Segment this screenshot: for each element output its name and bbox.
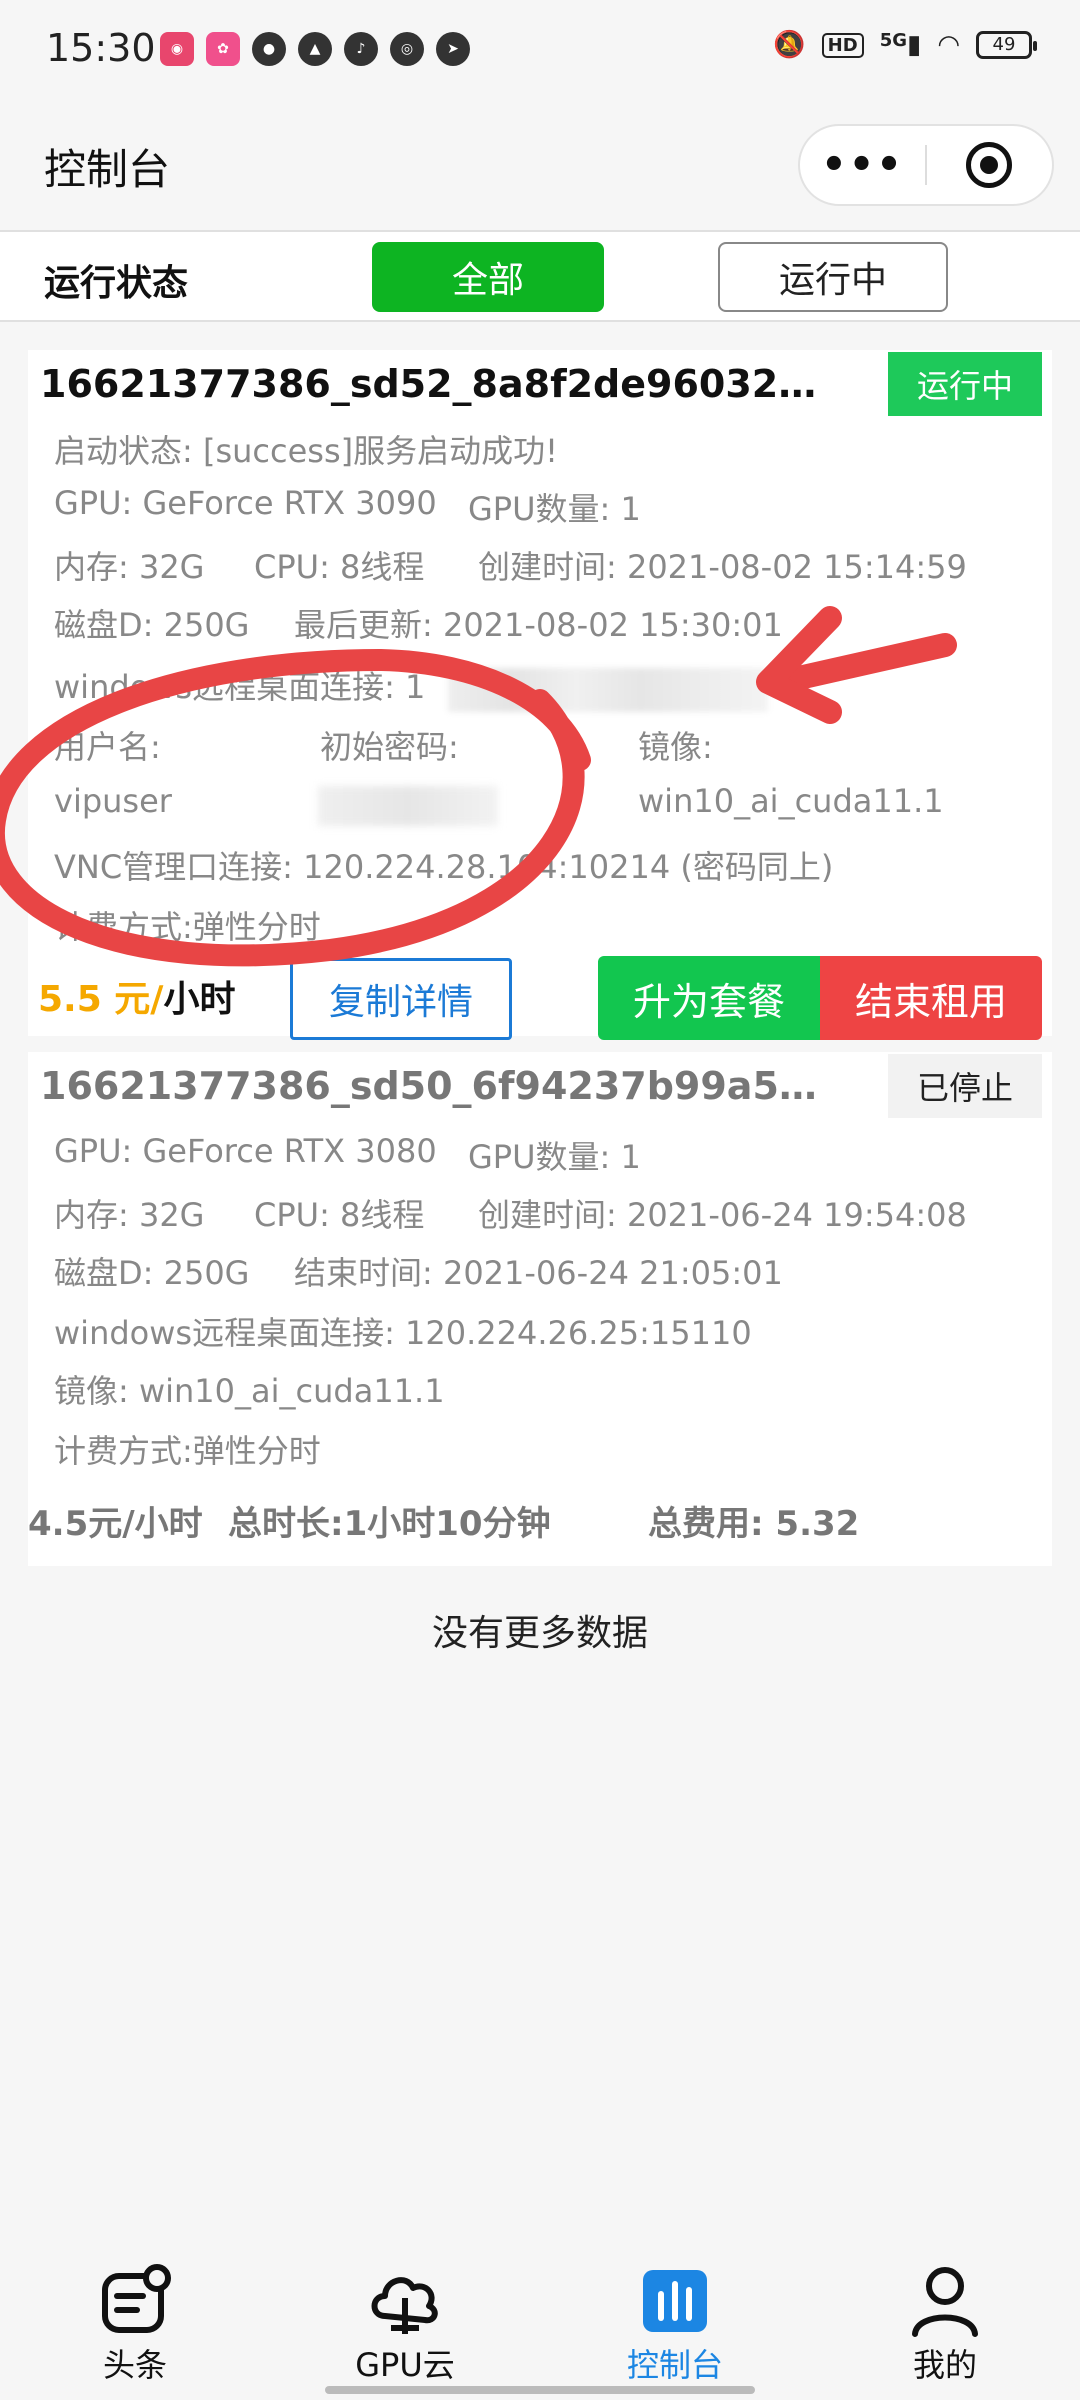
image-label: 镜像: bbox=[638, 728, 713, 766]
redacted-address bbox=[448, 668, 768, 712]
status-badge: 已停止 bbox=[888, 1054, 1042, 1118]
tiktok-icon: ♪ bbox=[344, 32, 378, 66]
created-time: 创建时间: 2021-06-24 19:54:08 bbox=[478, 1196, 967, 1234]
hourly-price: 5.5 元/小时 bbox=[38, 979, 236, 1020]
username-value: vipuser bbox=[54, 782, 172, 820]
image-value: win10_ai_cuda11.1 bbox=[638, 782, 944, 820]
password-label: 初始密码: bbox=[320, 728, 459, 766]
hourly-price: 4.5元/小时 bbox=[28, 1504, 203, 1544]
instance-id: 16621377386_sd50_6f94237b99a54b389... bbox=[40, 1064, 830, 1108]
instance-card-stopped: 16621377386_sd50_6f94237b99a54b389... 已停… bbox=[28, 1052, 1052, 1566]
home-indicator[interactable] bbox=[325, 2386, 755, 2394]
title-bar: 控制台 ••• bbox=[0, 100, 1080, 230]
news-icon bbox=[102, 2264, 171, 2333]
gpu-model: GPU: GeForce RTX 3090 bbox=[54, 484, 437, 522]
tab-label: 我的 bbox=[912, 2346, 977, 2384]
total-cost: 总费用: 5.32 bbox=[648, 1504, 860, 1544]
gpu-model: GPU: GeForce RTX 3080 bbox=[54, 1132, 437, 1170]
tab-label: GPU云 bbox=[355, 2346, 455, 2384]
tab-dashboard[interactable]: 控制台 bbox=[575, 2240, 775, 2390]
username-label: 用户名: bbox=[54, 728, 161, 766]
close-miniprogram-button[interactable] bbox=[927, 142, 1052, 188]
updated-time: 最后更新: 2021-08-02 15:30:01 bbox=[294, 606, 783, 644]
tab-label: 控制台 bbox=[626, 2346, 723, 2384]
tab-gpu-cloud[interactable]: GPU云 bbox=[305, 2240, 505, 2390]
billing-mode: 计费方式:弹性分时 bbox=[54, 1432, 321, 1470]
tab-label: 头条 bbox=[102, 2346, 167, 2384]
instance-id: 16621377386_sd52_8a8f2de960324713a... bbox=[40, 362, 830, 406]
copy-details-button[interactable]: 复制详情 bbox=[290, 958, 512, 1040]
page-title: 控制台 bbox=[44, 145, 171, 194]
ended-time: 结束时间: 2021-06-24 21:05:01 bbox=[294, 1254, 783, 1292]
end-rental-button[interactable]: 结束租用 bbox=[820, 956, 1042, 1040]
status-app-icons: ◉ ✿ ● ▲ ♪ ◎ ➤ bbox=[160, 32, 470, 66]
bottom-tab-bar: 头条 GPU云 控制台 我的 bbox=[0, 2240, 1080, 2400]
tab-news[interactable]: 头条 bbox=[35, 2240, 235, 2390]
more-button[interactable]: ••• bbox=[800, 145, 925, 185]
memory: 内存: 32G bbox=[54, 548, 205, 586]
status-bar: 15:30 ◉ ✿ ● ▲ ♪ ◎ ➤ 🔕 HD 5G▮ ◠ 49 bbox=[0, 0, 1080, 100]
created-time: 创建时间: 2021-08-02 15:14:59 bbox=[478, 548, 967, 586]
total-duration: 总时长:1小时10分钟 bbox=[228, 1504, 551, 1544]
gpu-count: GPU数量: 1 bbox=[468, 490, 641, 528]
miniprogram-capsule: ••• bbox=[798, 124, 1054, 206]
cloud-icon bbox=[371, 2277, 438, 2334]
qq-icon: ▲ bbox=[298, 32, 332, 66]
status-filter-bar: 运行状态 全部 运行中 bbox=[0, 230, 1080, 322]
status-badge: 运行中 bbox=[888, 352, 1042, 416]
wifi-icon: ◠ bbox=[937, 30, 960, 60]
filter-running-button[interactable]: 运行中 bbox=[718, 242, 948, 312]
status-indicators: 🔕 HD 5G▮ ◠ 49 bbox=[773, 30, 1037, 60]
start-status: 启动状态: [success]服务启动成功! bbox=[54, 432, 558, 470]
battery-icon: 49 bbox=[976, 31, 1037, 59]
redacted-password bbox=[318, 786, 498, 826]
dashboard-icon bbox=[643, 2270, 707, 2332]
disk: 磁盘D: 250G bbox=[54, 1254, 250, 1292]
tab-profile[interactable]: 我的 bbox=[845, 2240, 1045, 2390]
hd-icon: HD bbox=[821, 32, 864, 58]
disk: 磁盘D: 250G bbox=[54, 606, 250, 644]
message-icon: ● bbox=[252, 32, 286, 66]
remote-desktop: windows远程桌面连接: 120.224.26.25:15110 bbox=[54, 1314, 752, 1352]
cpu: CPU: 8线程 bbox=[254, 1196, 425, 1234]
signal-icon: 5G▮ bbox=[879, 30, 922, 60]
remote-desktop: windows远程桌面连接: 1 bbox=[54, 668, 426, 706]
user-icon bbox=[912, 2267, 978, 2337]
no-more-data: 没有更多数据 bbox=[431, 1613, 648, 1654]
filter-label: 运行状态 bbox=[44, 263, 189, 304]
compass-icon: ➤ bbox=[436, 32, 470, 66]
status-time: 15:30 bbox=[46, 26, 156, 70]
instance-card-running: 16621377386_sd52_8a8f2de960324713a... 运行… bbox=[28, 350, 1052, 1040]
target-icon bbox=[966, 142, 1013, 188]
memory: 内存: 32G bbox=[54, 1196, 205, 1234]
image: 镜像: win10_ai_cuda11.1 bbox=[54, 1372, 445, 1410]
gpu-count: GPU数量: 1 bbox=[468, 1138, 641, 1176]
cpu: CPU: 8线程 bbox=[254, 548, 425, 586]
wechat-icon: ◎ bbox=[390, 32, 424, 66]
vnc-connection: VNC管理口连接: 120.224.28.104:10214 (密码同上) bbox=[54, 848, 834, 886]
upgrade-plan-button[interactable]: 升为套餐 bbox=[598, 956, 820, 1040]
app-notification-icon: ✿ bbox=[206, 32, 240, 66]
billing-mode: 计费方式:弹性分时 bbox=[54, 908, 321, 946]
filter-all-button[interactable]: 全部 bbox=[372, 242, 604, 312]
mute-icon: 🔕 bbox=[773, 30, 806, 60]
app-notification-icon: ◉ bbox=[160, 32, 194, 66]
